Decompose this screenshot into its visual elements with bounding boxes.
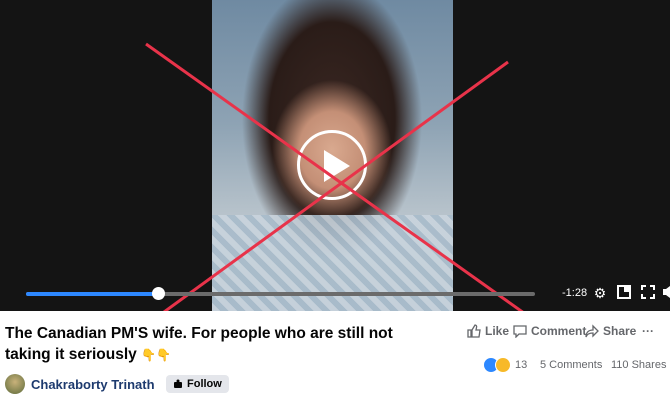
follow-icon	[174, 379, 182, 388]
comment-icon	[513, 325, 527, 338]
avatar[interactable]	[5, 374, 25, 394]
comment-button[interactable]: Comment	[513, 324, 586, 338]
follow-button[interactable]: Follow	[166, 375, 229, 393]
share-icon	[585, 324, 599, 338]
thumbs-up-icon	[467, 324, 481, 338]
post-title-line2: taking it seriously	[5, 346, 137, 363]
settings-icon[interactable]: ⚙	[592, 285, 608, 301]
fullscreen-icon[interactable]	[640, 285, 656, 301]
post-title: The Canadian PM'S wife. For people who a…	[5, 323, 455, 366]
like-label: Like	[485, 324, 510, 338]
reactions-count: 13	[515, 359, 528, 371]
comments-count[interactable]: 5 Comments	[540, 359, 602, 371]
like-button[interactable]: Like	[467, 324, 509, 338]
more-options-button[interactable]: ···	[642, 324, 654, 338]
author-name[interactable]: Chakraborty Trinath	[31, 377, 155, 392]
post-title-line1: The Canadian PM'S wife. For people who a…	[5, 325, 393, 342]
more-icon: ···	[642, 324, 654, 338]
progress-fill	[26, 292, 159, 296]
share-button[interactable]: Share	[585, 324, 636, 338]
pointing-down-emoji: 👇👇	[141, 348, 171, 362]
red-cross-overlay	[145, 42, 524, 311]
post-author[interactable]: Chakraborty Trinath	[5, 374, 155, 394]
time-remaining: -1:28	[562, 287, 588, 299]
sad-reaction-icon	[495, 357, 511, 373]
volume-icon[interactable]	[660, 285, 670, 301]
reactions[interactable]: 13	[483, 357, 527, 373]
shares-count[interactable]: 110 Shares	[611, 359, 666, 371]
follow-label: Follow	[187, 378, 222, 390]
pip-icon[interactable]	[616, 285, 632, 301]
comment-label: Comment	[531, 324, 587, 338]
share-label: Share	[603, 324, 637, 338]
video-player[interactable]: -1:28 ⚙	[0, 0, 670, 311]
progress-bar[interactable]	[26, 287, 535, 300]
